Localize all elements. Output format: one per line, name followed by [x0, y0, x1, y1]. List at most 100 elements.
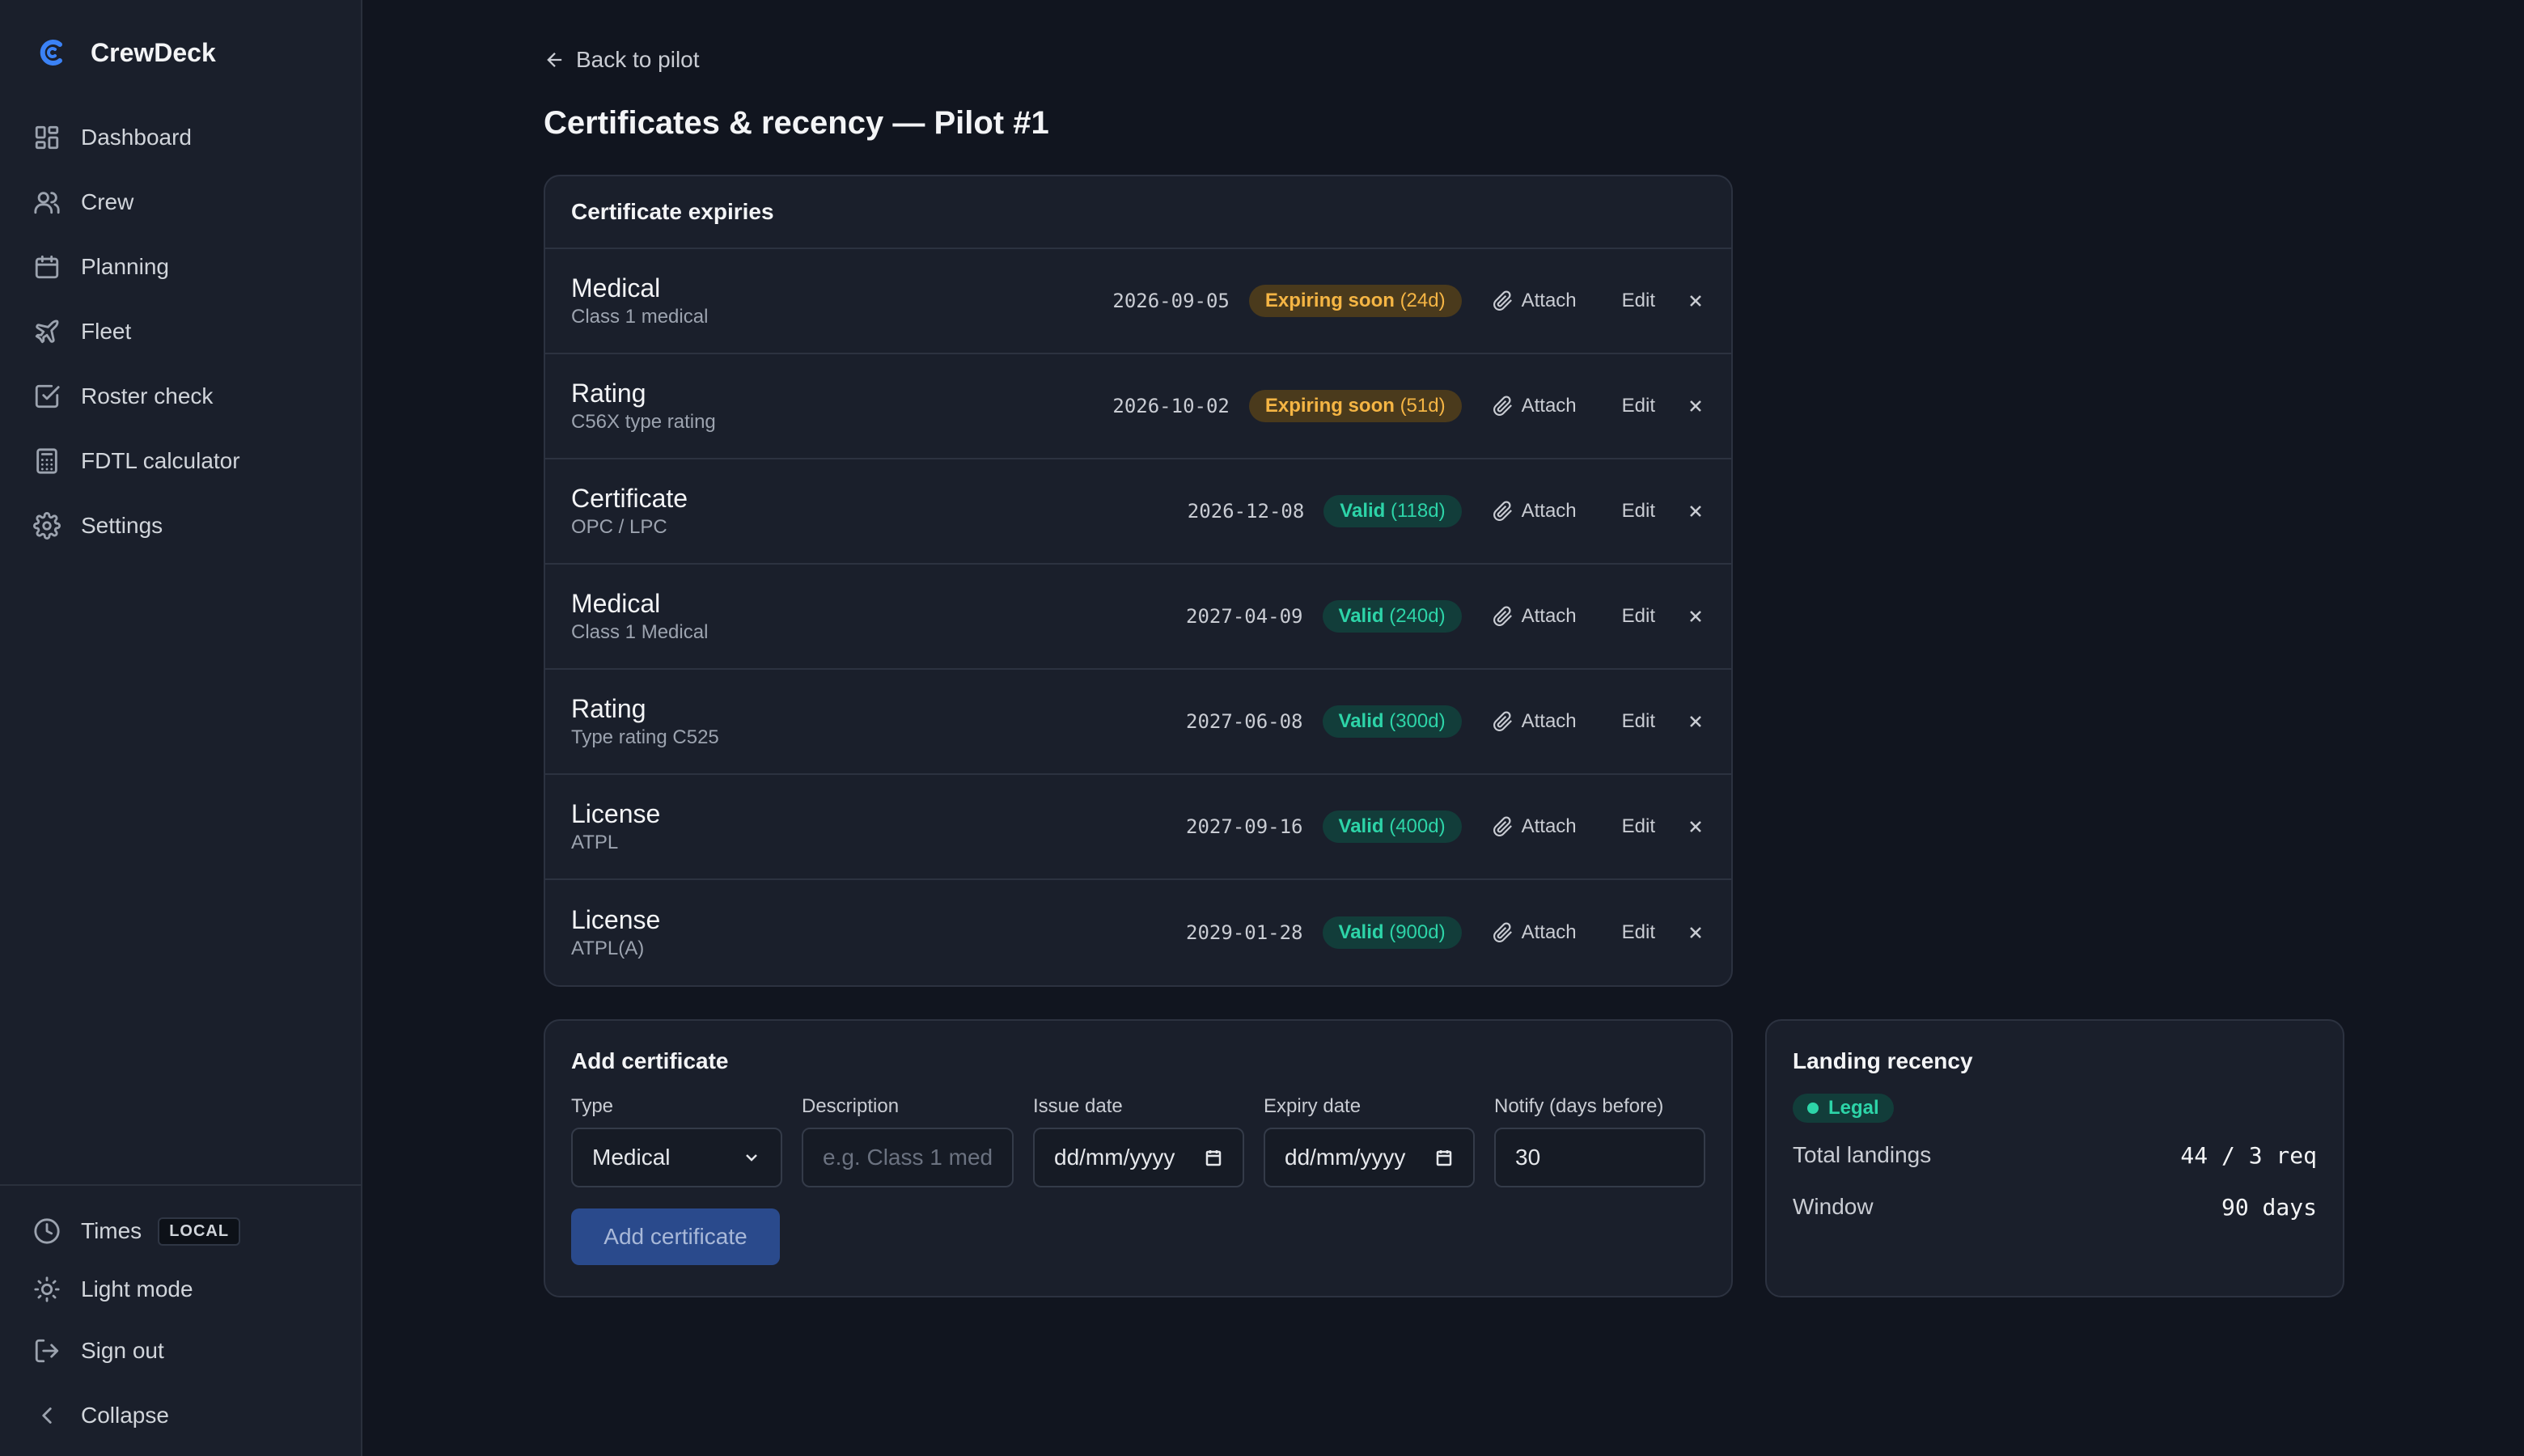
status-label: Valid [1338, 921, 1390, 943]
attach-label: Attach [1521, 500, 1577, 522]
status-days: (118d) [1391, 500, 1446, 522]
certificate-type: License [571, 799, 661, 828]
total-landings-row: Total landings 44 / 3 req [1793, 1129, 2317, 1181]
light-mode-label: Light mode [81, 1276, 193, 1302]
delete-button[interactable] [1686, 923, 1705, 942]
status-dot-icon [1807, 1103, 1819, 1114]
attach-button[interactable]: Attach [1493, 815, 1577, 838]
paperclip-icon [1493, 606, 1512, 626]
description-placeholder: e.g. Class 1 med [823, 1145, 993, 1170]
close-icon [1690, 400, 1701, 412]
certificate-expiry-date: 2027-09-16 [1186, 815, 1303, 838]
certificate-info: Medical Class 1 Medical [571, 587, 1186, 645]
attach-label: Attach [1521, 815, 1577, 837]
attach-button[interactable]: Attach [1493, 395, 1577, 417]
add-certificate-button[interactable]: Add certificate [571, 1208, 780, 1265]
certificate-row: Medical Class 1 Medical 2027-04-09 Valid… [545, 565, 1731, 670]
edit-button[interactable]: Edit [1622, 290, 1655, 312]
calendar-icon [32, 252, 61, 281]
notify-input[interactable]: 30 [1494, 1128, 1705, 1187]
delete-button[interactable] [1686, 817, 1705, 836]
expiry-date-input[interactable]: dd/mm/yyyy [1264, 1128, 1475, 1187]
edit-button[interactable]: Edit [1622, 605, 1655, 628]
certificate-info: Rating Type rating C525 [571, 692, 1186, 751]
attach-label: Attach [1521, 710, 1577, 732]
edit-button[interactable]: Edit [1622, 395, 1655, 417]
sidebar-item-settings[interactable]: Settings [0, 493, 361, 558]
times-label: Times [81, 1218, 142, 1243]
delete-button[interactable] [1686, 502, 1705, 521]
type-select[interactable]: Medical [571, 1128, 782, 1187]
total-landings-label: Total landings [1793, 1142, 1932, 1167]
issue-date-placeholder: dd/mm/yyyy [1054, 1145, 1175, 1170]
delete-button[interactable] [1686, 712, 1705, 731]
calculator-icon [32, 447, 61, 476]
sidebar-item-fdtl-calculator[interactable]: FDTL calculator [0, 429, 361, 493]
description-input[interactable]: e.g. Class 1 med [802, 1128, 1014, 1187]
calendar-icon[interactable] [1204, 1148, 1223, 1167]
attach-button[interactable]: Attach [1493, 290, 1577, 312]
delete-button[interactable] [1686, 396, 1705, 416]
edit-button[interactable]: Edit [1622, 710, 1655, 733]
certificate-expiry-date: 2027-04-09 [1186, 605, 1303, 628]
type-field: Type Medical [571, 1095, 782, 1187]
certificate-info: Medical Class 1 medical [571, 272, 1112, 330]
close-icon [1690, 716, 1701, 727]
sidebar-item-roster-check[interactable]: Roster check [0, 364, 361, 429]
recency-status-label: Legal [1828, 1097, 1879, 1119]
status-label: Valid [1338, 710, 1390, 732]
edit-button[interactable]: Edit [1622, 921, 1655, 944]
certificate-type: Medical [571, 589, 661, 618]
type-select-value: Medical [592, 1145, 671, 1170]
certificate-row: Certificate OPC / LPC 2026-12-08 Valid (… [545, 459, 1731, 565]
clock-icon [32, 1217, 61, 1246]
sidebar-item-label: Dashboard [81, 125, 192, 150]
certificate-row: Rating C56X type rating 2026-10-02 Expir… [545, 354, 1731, 459]
light-mode-toggle[interactable]: Light mode [0, 1260, 361, 1318]
plane-icon [32, 317, 61, 346]
certificate-row: Rating Type rating C525 2027-06-08 Valid… [545, 670, 1731, 775]
attach-button[interactable]: Attach [1493, 605, 1577, 628]
delete-button[interactable] [1686, 607, 1705, 626]
attach-label: Attach [1521, 395, 1577, 417]
back-to-pilot-link[interactable]: Back to pilot [544, 45, 2524, 74]
sidebar-item-fleet[interactable]: Fleet [0, 299, 361, 364]
certificate-row: License ATPL(A) 2029-01-28 Valid (900d) … [545, 880, 1731, 985]
sidebar-item-crew[interactable]: Crew [0, 170, 361, 235]
issue-date-input[interactable]: dd/mm/yyyy [1033, 1128, 1244, 1187]
expiry-date-placeholder: dd/mm/yyyy [1285, 1145, 1406, 1170]
status-days: (24d) [1400, 290, 1446, 311]
certificate-row: Medical Class 1 medical 2026-09-05 Expir… [545, 249, 1731, 354]
attach-button[interactable]: Attach [1493, 710, 1577, 733]
edit-button[interactable]: Edit [1622, 500, 1655, 523]
back-link-label: Back to pilot [576, 47, 700, 72]
sidebar-item-dashboard[interactable]: Dashboard [0, 105, 361, 170]
calendar-icon[interactable] [1434, 1148, 1454, 1167]
paperclip-icon [1493, 816, 1512, 836]
landing-recency-title: Landing recency [1793, 1048, 1973, 1073]
attach-button[interactable]: Attach [1493, 921, 1577, 944]
sidebar-item-label: Crew [81, 189, 134, 214]
notify-label: Notify (days before) [1494, 1095, 1664, 1117]
times-toggle[interactable]: Times LOCAL [0, 1202, 361, 1260]
certificate-expiry-date: 2027-06-08 [1186, 710, 1303, 733]
sidebar-footer: Times LOCAL Light mode Sign out Collapse [0, 1184, 361, 1456]
brand[interactable]: CrewDeck [0, 0, 361, 105]
status-label: Expiring soon [1264, 395, 1400, 417]
app-name: CrewDeck [91, 37, 216, 67]
close-icon [1690, 295, 1701, 307]
sidebar-item-planning[interactable]: Planning [0, 235, 361, 299]
issue-date-label: Issue date [1033, 1095, 1123, 1117]
status-days: (300d) [1389, 710, 1446, 732]
delete-button[interactable] [1686, 291, 1705, 311]
attach-button[interactable]: Attach [1493, 500, 1577, 523]
window-label: Window [1793, 1194, 1874, 1219]
certificate-expiries-card: Certificate expiries Medical Class 1 med… [544, 175, 1733, 987]
status-badge: Expiring soon (51d) [1248, 390, 1462, 422]
certificate-description: ATPL(A) [571, 938, 645, 959]
collapse-button[interactable]: Collapse [0, 1383, 361, 1448]
sign-out-button[interactable]: Sign out [0, 1318, 361, 1383]
edit-button[interactable]: Edit [1622, 815, 1655, 838]
expiry-date-label: Expiry date [1264, 1095, 1362, 1117]
status-label: Valid [1338, 605, 1390, 627]
